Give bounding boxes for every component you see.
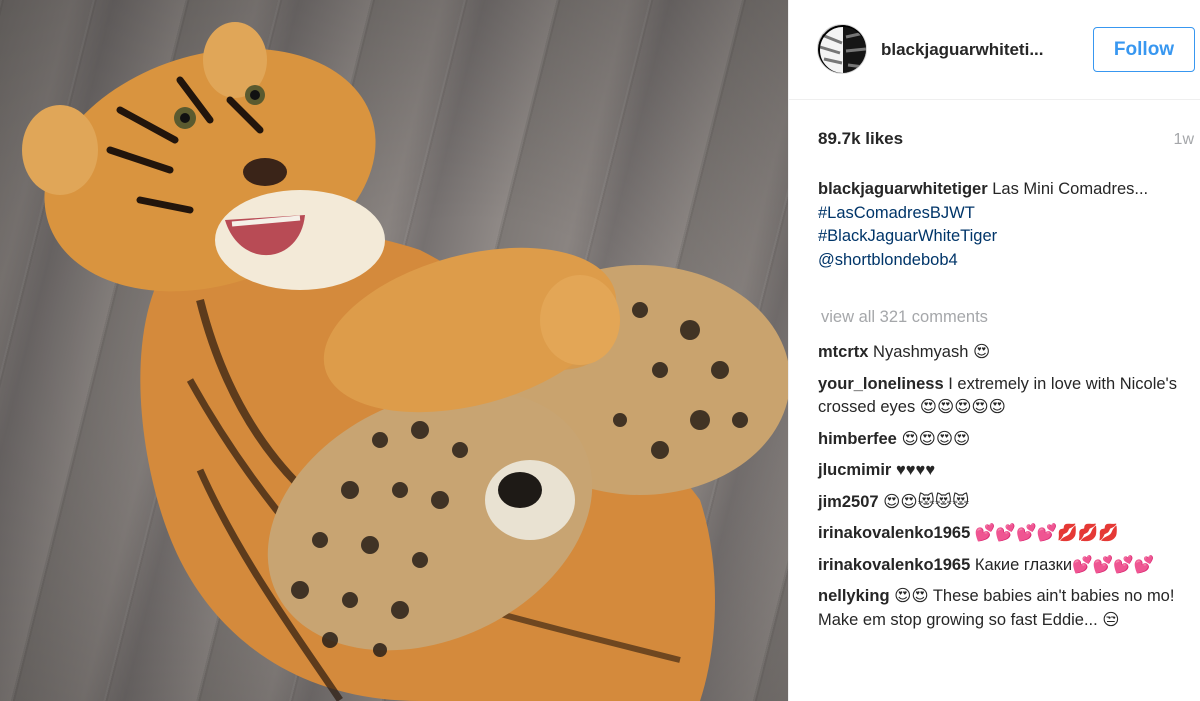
comment-username[interactable]: your_loneliness [818, 375, 944, 393]
comment-text: Nyashmyash 😍 [873, 343, 991, 361]
avatar-image [818, 25, 866, 73]
post-username[interactable]: blackjaguarwhiteti... [881, 40, 1071, 60]
avatar[interactable] [817, 24, 867, 74]
comment-username[interactable]: irinakovalenko1965 [818, 556, 970, 574]
comment-username[interactable]: irinakovalenko1965 [818, 524, 970, 542]
post-image[interactable] [0, 0, 788, 701]
hashtag-link[interactable]: #BlackJaguarWhiteTiger [818, 225, 1188, 249]
comment-item: irinakovalenko1965 💕💕💕💕💋💋💋 [818, 522, 1188, 546]
comment-item: mtcrtx Nyashmyash 😍 [818, 341, 1188, 365]
comment-item: irinakovalenko1965 Какие глазки💕💕💕💕 [818, 554, 1188, 578]
mention-link[interactable]: @shortblondebob4 [818, 249, 1188, 273]
comment-username[interactable]: nellyking [818, 587, 890, 605]
animal-illustration [22, 22, 788, 701]
post-sidebar: blackjaguarwhiteti... Follow 89.7k likes… [788, 0, 1200, 701]
comment-username[interactable]: jim2507 [818, 493, 879, 511]
comment-username[interactable]: mtcrtx [818, 343, 868, 361]
comment-item: nellyking 😍😍 These babies ain't babies n… [818, 585, 1188, 632]
comment-text: 😍😍😻😻😻 [883, 492, 970, 511]
comment-item: your_loneliness I extremely in love with… [818, 373, 1188, 420]
follow-button[interactable]: Follow [1093, 27, 1195, 72]
comment-item: jim2507 😍😍😻😻😻 [818, 491, 1188, 515]
comment-list: mtcrtx Nyashmyash 😍 your_loneliness I ex… [818, 341, 1188, 640]
comment-text: 💕💕💕💕💋💋💋 [974, 524, 1119, 542]
post-age[interactable]: 1w [1174, 131, 1194, 149]
comment-username[interactable]: jlucmimir [818, 461, 891, 479]
comment-item: jlucmimir ♥♥♥♥ [818, 459, 1188, 483]
comment-text: 😍😍😍😍 [901, 429, 971, 448]
likes-count[interactable]: 89.7k likes [818, 129, 903, 149]
post-header: blackjaguarwhiteti... Follow [789, 0, 1200, 100]
view-all-comments-link[interactable]: view all 321 comments [821, 308, 988, 327]
comment-text: ♥♥♥♥ [895, 461, 936, 479]
caption: blackjaguarwhitetiger Las Mini Comadres.… [818, 178, 1188, 272]
caption-username[interactable]: blackjaguarwhitetiger [818, 180, 988, 198]
comment-username[interactable]: himberfee [818, 430, 897, 448]
comment-text: Какие глазки💕💕💕💕 [974, 555, 1155, 574]
comment-item: himberfee 😍😍😍😍 [818, 428, 1188, 452]
hashtag-link[interactable]: #LasComadresBJWT [818, 202, 1188, 226]
caption-text: Las Mini Comadres... [992, 180, 1149, 198]
